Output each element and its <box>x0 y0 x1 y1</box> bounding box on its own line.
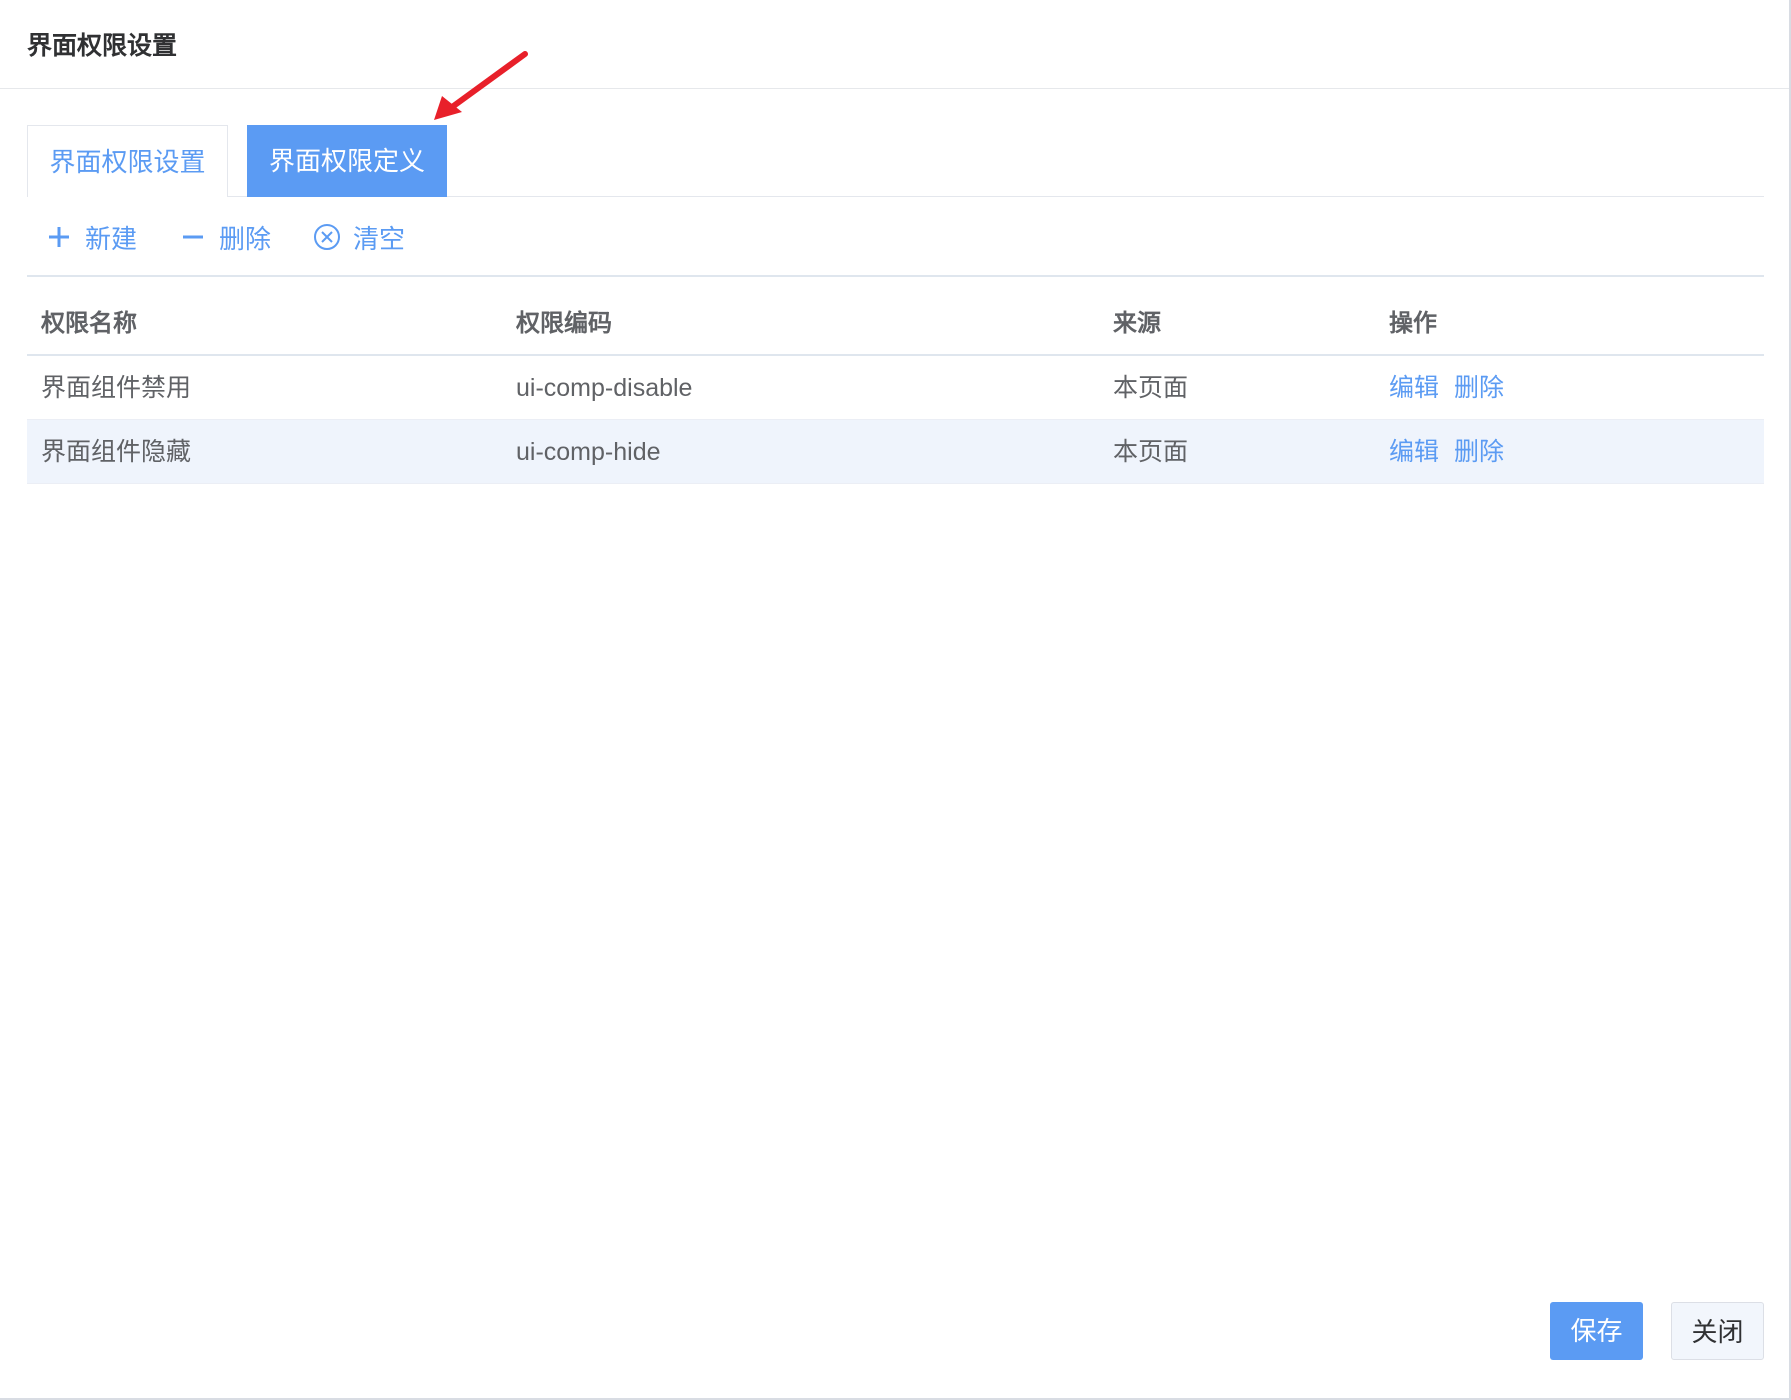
header-source: 来源 <box>1113 310 1161 337</box>
table-row[interactable]: 界面组件禁用 ui-comp-disable 本页面 编辑 删除 <box>27 356 1764 420</box>
tab-permission-definition[interactable]: 界面权限定义 <box>247 125 447 197</box>
permission-dialog: 界面权限设置 界面权限设置 界面权限定义 新建 删除 清空 权限名称 权限编码 … <box>0 0 1791 1400</box>
cell-permission-code: ui-comp-hide <box>516 438 661 466</box>
plus-icon <box>45 223 73 251</box>
header-permission-name: 权限名称 <box>41 310 137 337</box>
new-button[interactable]: 新建 <box>45 219 137 255</box>
delete-link[interactable]: 删除 <box>1454 438 1504 466</box>
edit-link[interactable]: 编辑 <box>1389 438 1439 466</box>
cell-source: 本页面 <box>1113 438 1189 466</box>
cell-actions: 编辑 删除 <box>1389 356 1519 420</box>
delete-button-label: 删除 <box>219 223 272 254</box>
permission-table: 权限名称 权限编码 来源 操作 界面组件禁用 ui-comp-disable 本… <box>27 277 1764 484</box>
cell-permission-name: 界面组件禁用 <box>41 374 192 402</box>
edit-link[interactable]: 编辑 <box>1389 374 1439 402</box>
delete-button[interactable]: 删除 <box>179 219 271 255</box>
cell-permission-name: 界面组件隐藏 <box>41 438 192 466</box>
cell-actions: 编辑 删除 <box>1389 420 1519 484</box>
dialog-header: 界面权限设置 <box>0 0 1789 89</box>
save-button[interactable]: 保存 <box>1550 1302 1643 1360</box>
circle-close-icon <box>313 223 341 251</box>
clear-button-label: 清空 <box>353 223 406 254</box>
cell-source: 本页面 <box>1113 374 1189 402</box>
clear-button[interactable]: 清空 <box>313 219 405 255</box>
close-button[interactable]: 关闭 <box>1671 1302 1764 1360</box>
delete-link[interactable]: 删除 <box>1454 374 1504 402</box>
cell-permission-code: ui-comp-disable <box>516 374 693 402</box>
minus-icon <box>179 223 207 251</box>
new-button-label: 新建 <box>85 223 138 254</box>
tab-permission-settings[interactable]: 界面权限设置 <box>27 125 228 197</box>
toolbar: 新建 删除 清空 <box>27 197 1764 277</box>
dialog-title: 界面权限设置 <box>27 32 178 60</box>
header-actions: 操作 <box>1389 310 1437 337</box>
tab-bar: 界面权限设置 界面权限定义 <box>27 125 1764 197</box>
table-header: 权限名称 权限编码 来源 操作 <box>27 277 1764 356</box>
header-permission-code: 权限编码 <box>516 310 612 337</box>
table-row[interactable]: 界面组件隐藏 ui-comp-hide 本页面 编辑 删除 <box>27 420 1764 484</box>
